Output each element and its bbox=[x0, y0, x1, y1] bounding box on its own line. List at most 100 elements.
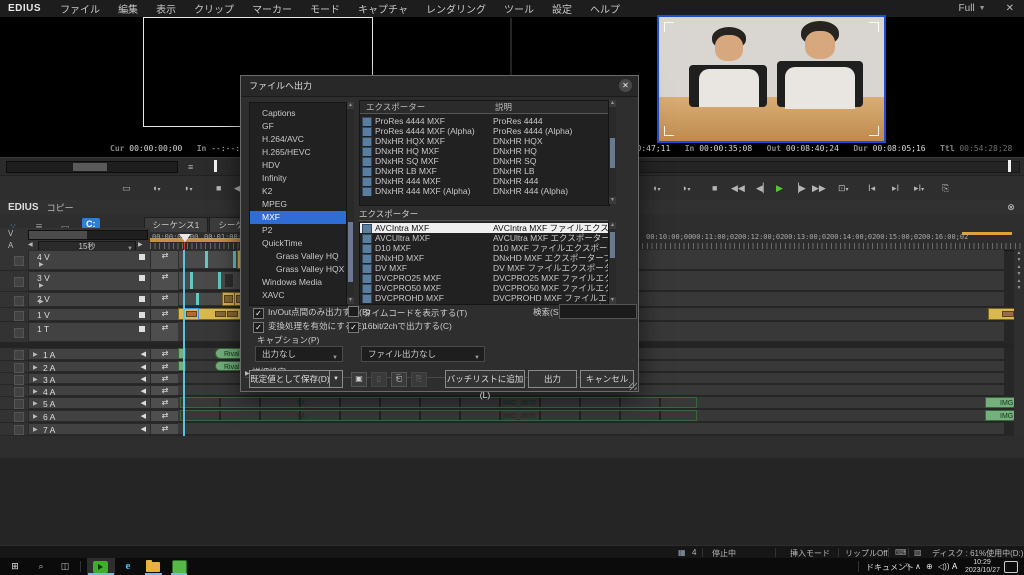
track-header-4v[interactable]: 4 V▶ bbox=[28, 250, 152, 270]
program-position-caret[interactable] bbox=[1008, 160, 1011, 172]
task-view-icon[interactable]: ◫ bbox=[58, 560, 72, 573]
zoom-out-arrow[interactable]: ◀ bbox=[28, 241, 33, 248]
play-button[interactable]: ▶ bbox=[776, 181, 783, 195]
dialog-close-icon[interactable]: ✕ bbox=[619, 79, 632, 92]
exporter-row[interactable]: DNxHR HQ MXFDNxHR HQ bbox=[360, 146, 609, 156]
close-icon[interactable]: ✕ bbox=[996, 3, 1024, 14]
sync-lock-cell[interactable]: ⇄ bbox=[150, 423, 180, 435]
category-item[interactable]: K2 bbox=[250, 185, 347, 198]
video-mute-indicator[interactable] bbox=[139, 296, 145, 302]
speaker-icon[interactable]: ◀ bbox=[141, 412, 146, 420]
goto-end-button[interactable]: ▸Ⅰ▾ bbox=[914, 181, 924, 197]
caption-dropdown[interactable]: 出力なし▼ bbox=[255, 346, 343, 362]
resize-grip[interactable] bbox=[629, 382, 637, 390]
next-frame-button[interactable]: ▕▶ bbox=[792, 181, 806, 195]
col-exporter[interactable]: エクスポーター bbox=[360, 101, 495, 113]
exporter-row[interactable]: DVCPRO25 MXFDVCPRO25 MXF ファイルエクスポータープラグ… bbox=[360, 273, 609, 283]
sync-lock-cell[interactable]: ⇄ bbox=[150, 348, 180, 360]
exporter-row[interactable]: ProRes 4444 MXFProRes 4444 bbox=[360, 116, 609, 126]
exporter-row[interactable]: D10 MXFD10 MXF ファイルエクスポータープラグイン bbox=[360, 243, 609, 253]
start-button[interactable]: ⊞ bbox=[8, 560, 22, 573]
stop-button-program[interactable]: ■ bbox=[712, 181, 717, 195]
cancel-button[interactable]: キャンセル bbox=[580, 370, 634, 388]
category-item[interactable]: Windows Media bbox=[250, 276, 347, 289]
exporter-row[interactable]: DVCPRO50 MXFDVCPRO50 MXF ファイルエクスポータープラグ… bbox=[360, 283, 609, 293]
track-header-3a[interactable]: ▶3 A ◀ bbox=[28, 373, 152, 384]
keyboard-icon[interactable]: ⌨ bbox=[895, 548, 907, 557]
speaker-icon[interactable]: ◀ bbox=[141, 387, 146, 395]
sync-lock-cell[interactable]: ⇄ bbox=[150, 250, 180, 270]
bottom-list-scrollbar[interactable]: ▲▼ bbox=[608, 222, 616, 304]
category-scrollbar[interactable]: ▲▼ bbox=[346, 102, 354, 304]
export-preset-icon[interactable]: ⎘ bbox=[411, 372, 427, 387]
video-clip[interactable] bbox=[178, 250, 242, 269]
sync-lock-cell[interactable]: ⇄ bbox=[150, 397, 180, 409]
video-mute-indicator[interactable] bbox=[139, 326, 145, 332]
exporter-row[interactable]: DVCPROHD MXFDVCPROHD MXF ファイルエクスポータープラグ… bbox=[360, 293, 609, 303]
category-item[interactable]: Captions bbox=[250, 107, 347, 120]
search-icon[interactable]: ⌕ bbox=[34, 560, 48, 573]
menu-item[interactable]: 編集 bbox=[109, 1, 147, 16]
delete-preset-icon[interactable]: ▯ bbox=[371, 372, 387, 387]
sync-lock-cell[interactable]: ⇄ bbox=[150, 292, 180, 307]
speaker-icon[interactable]: ◀ bbox=[141, 399, 146, 407]
expand-arrow-icon[interactable]: ▶ bbox=[33, 388, 38, 395]
file-explorer-icon[interactable] bbox=[146, 562, 160, 572]
clock[interactable]: 10:292023/10/27 bbox=[965, 559, 999, 574]
category-item[interactable]: H.264/AVC bbox=[250, 133, 347, 146]
category-item[interactable]: Infinity bbox=[250, 172, 347, 185]
video-clip[interactable] bbox=[988, 308, 1015, 320]
caption-file-dropdown[interactable]: ファイル出力なし▼ bbox=[361, 346, 485, 362]
video-clip[interactable] bbox=[178, 271, 242, 290]
speaker-icon[interactable]: ◀ bbox=[141, 350, 146, 358]
video-mute-indicator[interactable] bbox=[139, 254, 145, 260]
green-app-icon[interactable] bbox=[172, 560, 187, 574]
source-shuttle-slider[interactable] bbox=[6, 161, 178, 173]
save-preset-icon[interactable]: ▣ bbox=[351, 372, 367, 387]
export-button-dialog[interactable]: 出力 bbox=[528, 370, 577, 388]
video-mute-indicator[interactable] bbox=[139, 312, 145, 318]
expand-arrow-icon[interactable]: ▶ bbox=[33, 413, 38, 420]
save-default-dropdown[interactable]: ▼ bbox=[329, 370, 343, 388]
sync-lock-cell[interactable]: ⇄ bbox=[150, 385, 180, 396]
exporter-row[interactable]: AVCUltra MXFAVCUltra MXF エクスポータープラグイン bbox=[360, 233, 609, 243]
expand-arrow-icon[interactable]: ▶ bbox=[39, 261, 44, 268]
goto-out-button[interactable]: ▸Ⅰ bbox=[892, 181, 899, 195]
exporter-row[interactable]: ProRes 4444 MXF (Alpha)ProRes 4444 (Alph… bbox=[360, 126, 609, 136]
track-header-5a[interactable]: ▶5 A ◀ bbox=[28, 397, 152, 409]
sequence-tab[interactable]: シーケンス1 bbox=[144, 217, 209, 232]
in-point-button[interactable]: ◖▾ bbox=[152, 181, 160, 197]
exporter-row[interactable]: DNxHR LB MXFDNxHR LB bbox=[360, 166, 609, 176]
category-item[interactable]: MPEG bbox=[250, 198, 347, 211]
category-item[interactable]: H.265/HEVC bbox=[250, 146, 347, 159]
checkbox-checked-icon[interactable]: ✓ bbox=[253, 322, 264, 333]
chevron-down-icon[interactable]: ▼ bbox=[979, 5, 996, 12]
video-mute-indicator[interactable] bbox=[139, 275, 145, 281]
exporter-row[interactable]: DNxHR SQ MXFDNxHR SQ bbox=[360, 156, 609, 166]
sync-lock-cell[interactable]: ⇄ bbox=[150, 361, 180, 372]
in-point-button-program[interactable]: ◖▾ bbox=[652, 181, 660, 197]
expand-arrow-icon[interactable]: ▶ bbox=[33, 364, 38, 371]
scale-selector[interactable]: Full bbox=[955, 3, 979, 14]
expand-arrow-icon[interactable]: ▶ bbox=[39, 298, 44, 305]
exporter-row[interactable]: DNxHD MXFDNxHD MXF エクスポータープラグイン bbox=[360, 253, 609, 263]
category-item[interactable]: HDV bbox=[250, 159, 347, 172]
exporter-row[interactable]: DNxHR 444 MXFDNxHR 444 bbox=[360, 176, 609, 186]
loop-button[interactable]: ⊡▾ bbox=[838, 181, 849, 197]
prev-frame-button[interactable]: ◀▏ bbox=[756, 181, 770, 195]
expand-arrow-icon[interactable]: ▶ bbox=[39, 282, 44, 289]
category-item[interactable]: QuickTime bbox=[250, 237, 347, 250]
save-default-button[interactable]: 既定値として保存(D) bbox=[249, 370, 331, 388]
goto-in-button[interactable]: Ⅰ◂ bbox=[868, 181, 875, 195]
tray-chevron-icon[interactable]: ∧ bbox=[915, 562, 921, 571]
checkbox-checked-icon[interactable]: ✓ bbox=[253, 308, 264, 319]
speaker-icon[interactable]: ◀ bbox=[141, 363, 146, 371]
menu-item[interactable]: 表示 bbox=[147, 1, 185, 16]
menu-item[interactable]: クリップ bbox=[185, 1, 243, 16]
playhead-line[interactable] bbox=[183, 250, 185, 436]
menu-item[interactable]: マーカー bbox=[243, 1, 301, 16]
rewind-button-program[interactable]: ◀◀ bbox=[731, 181, 745, 195]
expand-arrow-icon[interactable]: ▶ bbox=[33, 426, 38, 433]
sync-lock-cell[interactable]: ⇄ bbox=[150, 373, 180, 384]
track-header-3v[interactable]: 3 V▶ bbox=[28, 271, 152, 291]
